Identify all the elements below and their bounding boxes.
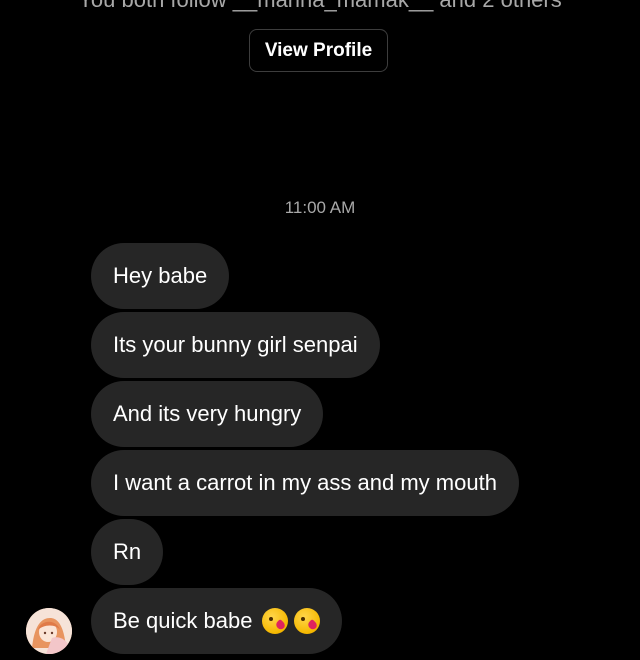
message-bubble[interactable]: Its your bunny girl senpai: [91, 312, 380, 378]
message-text: Rn: [113, 539, 142, 564]
message-bubble[interactable]: And its very hungry: [91, 381, 324, 447]
kissing-heart-icon: [262, 608, 289, 634]
view-profile-button[interactable]: View Profile: [249, 29, 388, 72]
message-timestamp: 11:00 AM: [284, 198, 356, 217]
message-bubble[interactable]: I want a carrot in my ass and my mouth: [91, 450, 519, 516]
message-bubble[interactable]: Be quick babe: [91, 588, 343, 654]
kissing-heart-icon: [294, 608, 321, 634]
message-text: And its very hungry: [113, 401, 302, 426]
message-text: I want a carrot in my ass and my mouth: [113, 470, 497, 495]
message-bubble[interactable]: Rn: [91, 519, 164, 585]
message-list: Hey babe Its your bunny girl senpai And …: [91, 243, 519, 654]
avatar-image: [26, 608, 72, 654]
message-text: Be quick babe: [113, 608, 253, 633]
message-text: Hey babe: [113, 263, 208, 288]
message-text: Its your bunny girl senpai: [113, 332, 358, 357]
message-bubble[interactable]: Hey babe: [91, 243, 230, 309]
avatar[interactable]: [26, 608, 72, 654]
mutual-followers-text: You both follow __marina_mamak__ and 2 o…: [0, 0, 640, 13]
